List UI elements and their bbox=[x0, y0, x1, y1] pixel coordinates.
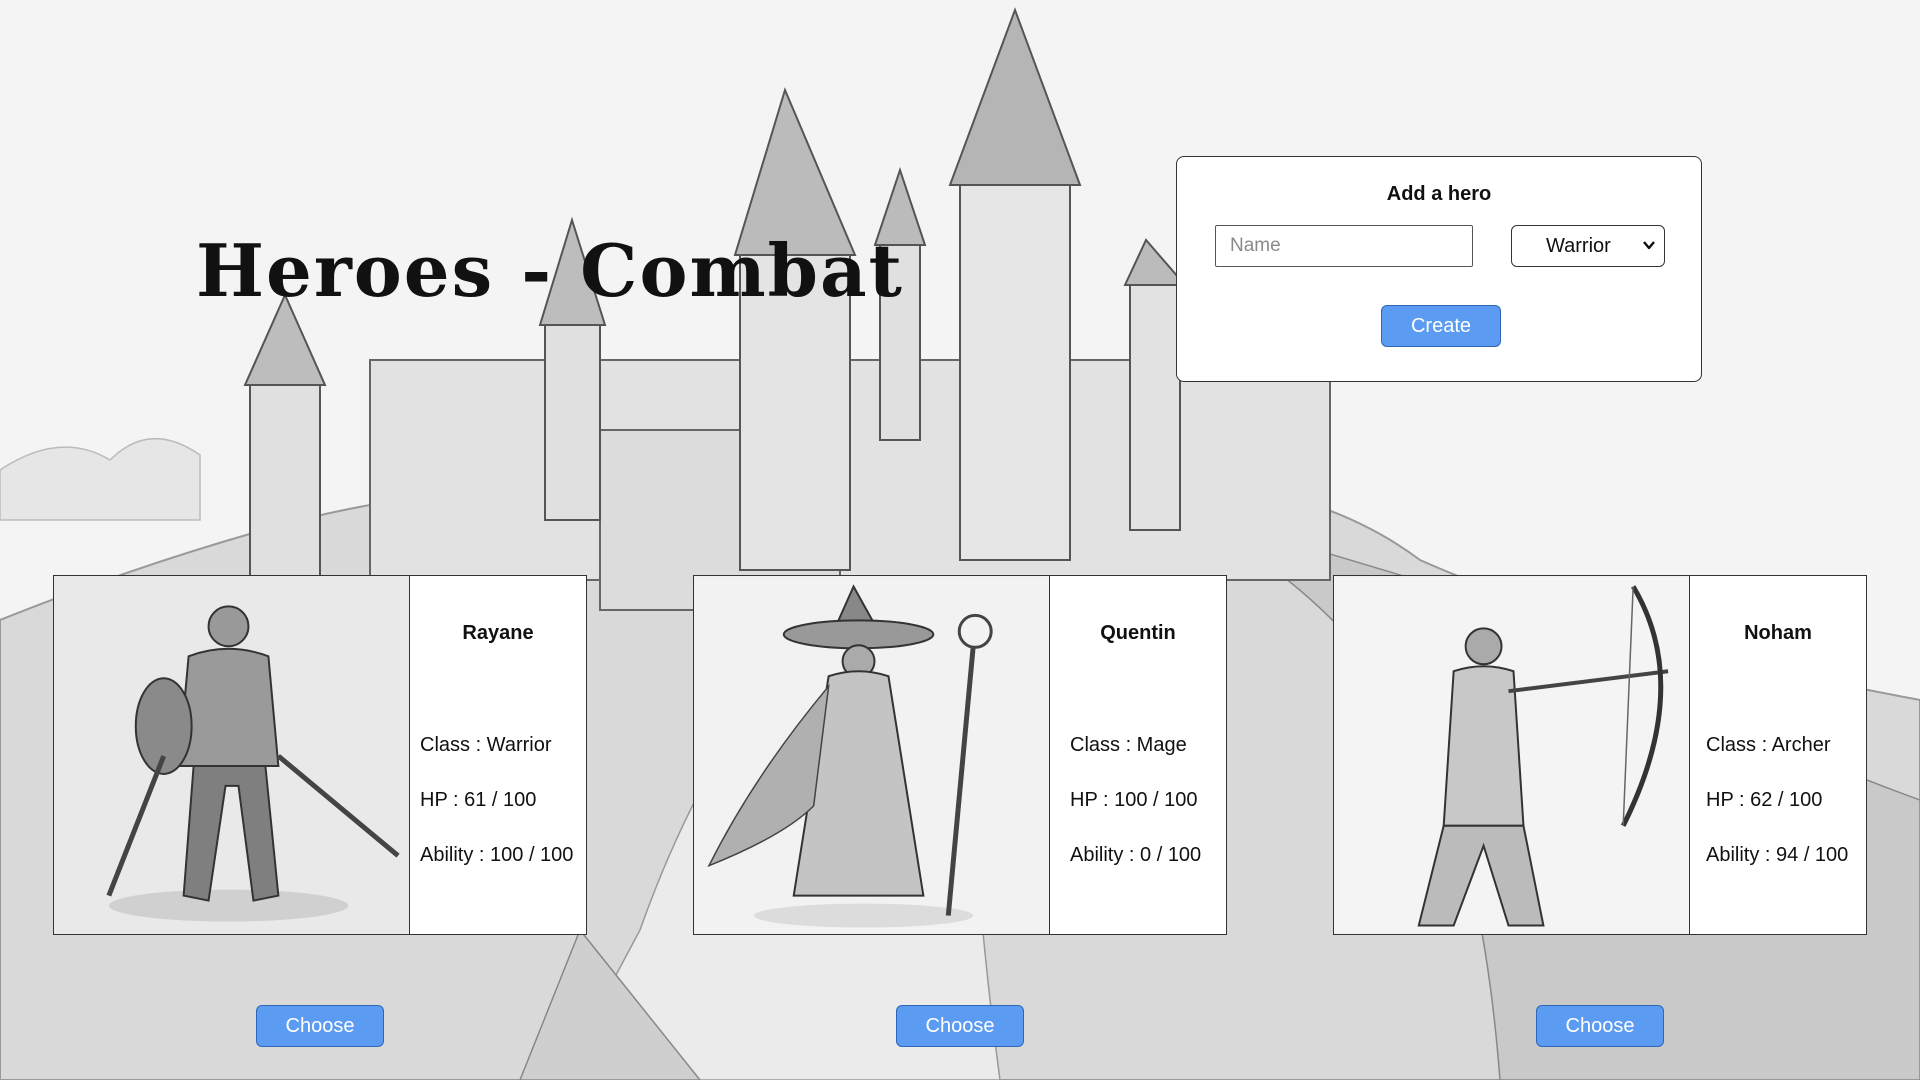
hero-class: Class : Mage bbox=[1070, 734, 1187, 756]
hero-hp: HP : 61 / 100 bbox=[420, 789, 537, 811]
add-hero-heading: Add a hero bbox=[1386, 183, 1492, 205]
hero-name: Noham bbox=[1744, 622, 1812, 644]
hero-card: Quentin Class : Mage HP : 100 / 100 Abil… bbox=[693, 575, 1227, 935]
mage-portrait bbox=[694, 576, 1050, 934]
hero-ability: Ability : 94 / 100 bbox=[1706, 844, 1849, 866]
hero-ability: Ability : 100 / 100 bbox=[420, 844, 574, 866]
choose-hero-button[interactable]: Choose bbox=[256, 1005, 384, 1047]
add-hero-panel: Add a hero Warrior Create bbox=[1176, 156, 1702, 382]
choose-hero-button[interactable]: Choose bbox=[896, 1005, 1024, 1047]
hero-class: Class : Archer bbox=[1706, 734, 1831, 756]
chevron-down-icon bbox=[1643, 241, 1655, 250]
page-title: Heroes - Combat bbox=[196, 228, 904, 313]
hero-name: Rayane bbox=[462, 622, 534, 644]
hero-ability: Ability : 0 / 100 bbox=[1070, 844, 1202, 866]
choose-hero-button[interactable]: Choose bbox=[1536, 1005, 1664, 1047]
warrior-portrait bbox=[54, 576, 410, 934]
hero-class-select[interactable]: Warrior bbox=[1511, 225, 1665, 267]
hero-hp: HP : 100 / 100 bbox=[1070, 789, 1198, 811]
hero-name-input[interactable] bbox=[1215, 225, 1473, 267]
hero-card: Rayane Class : Warrior HP : 61 / 100 Abi… bbox=[53, 575, 587, 935]
archer-portrait bbox=[1334, 576, 1690, 934]
hero-class-selected: Warrior bbox=[1546, 235, 1611, 257]
hero-hp: HP : 62 / 100 bbox=[1706, 789, 1823, 811]
hero-class: Class : Warrior bbox=[420, 734, 552, 756]
hero-card: Noham Class : Archer HP : 62 / 100 Abili… bbox=[1333, 575, 1867, 935]
hero-name: Quentin bbox=[1100, 622, 1176, 644]
create-hero-button[interactable]: Create bbox=[1381, 305, 1501, 347]
